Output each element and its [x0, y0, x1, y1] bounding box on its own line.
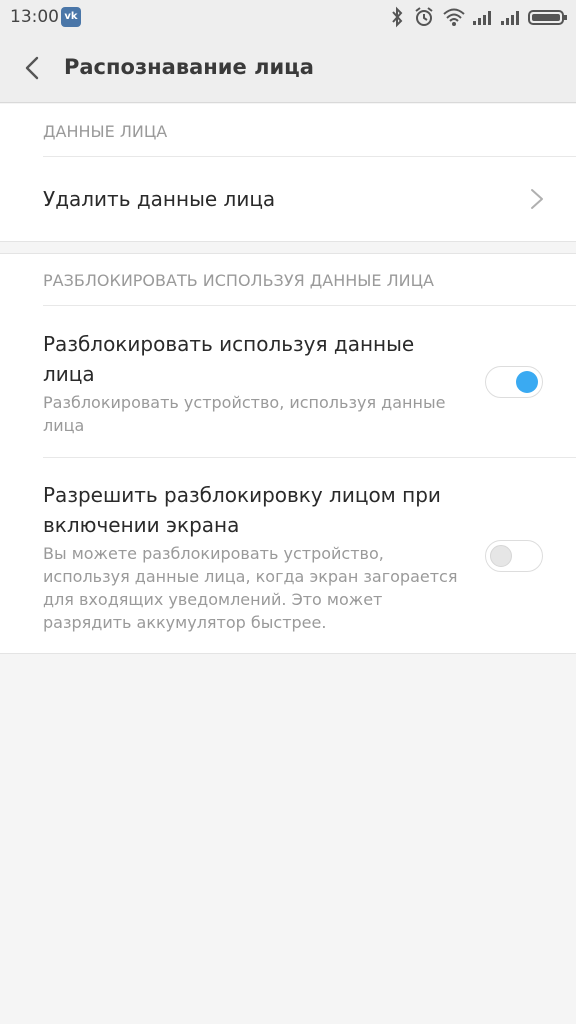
section-header-face-data: ДАННЫЕ ЛИЦА [43, 122, 168, 141]
page-title: Распознавание лица [64, 55, 314, 79]
bluetooth-icon [392, 6, 403, 28]
unlock-on-screen-wake-item: Разрешить разблокировку лицом при включе… [0, 458, 576, 653]
signal-icon [473, 11, 491, 25]
face-data-card: ДАННЫЕ ЛИЦА Удалить данные лица [0, 104, 576, 242]
unlock-with-face-title-line-2: лица [43, 362, 95, 386]
section-header-unlock: РАЗБЛОКИРОВАТЬ ИСПОЛЬЗУЯ ДАННЫЕ ЛИЦА [43, 271, 434, 290]
status-time: 13:00 [10, 7, 59, 27]
toggle-knob [516, 371, 538, 393]
toggle-knob [490, 545, 512, 567]
delete-face-data-label: Удалить данные лица [43, 187, 276, 211]
unlock-on-screen-wake-subtitle-line-1: Вы можете разблокировать устройство, [43, 544, 384, 563]
unlock-with-face-subtitle-line-2: лица [43, 416, 85, 435]
vk-icon: vk [61, 7, 81, 27]
unlock-on-screen-wake-subtitle-line-3: для входящих уведомлений. Это может [43, 590, 383, 609]
alarm-icon [415, 7, 433, 26]
unlock-on-screen-wake-toggle[interactable] [485, 540, 543, 572]
unlock-on-screen-wake-title-line-2: включении экрана [43, 513, 240, 537]
back-button[interactable] [20, 54, 46, 82]
toolbar: Распознавание лица [0, 34, 576, 103]
unlock-on-screen-wake-title-line-1: Разрешить разблокировку лицом при [43, 483, 441, 507]
delete-face-data-item[interactable]: Удалить данные лица [0, 157, 576, 241]
unlock-card: РАЗБЛОКИРОВАТЬ ИСПОЛЬЗУЯ ДАННЫЕ ЛИЦА Раз… [0, 253, 576, 654]
unlock-with-face-toggle[interactable] [485, 366, 543, 398]
unlock-on-screen-wake-subtitle-line-2: используя данные лица, когда экран загор… [43, 567, 458, 586]
status-bar: 13:00 vk [0, 0, 576, 34]
chevron-right-icon [531, 189, 543, 209]
wifi-icon [443, 8, 465, 26]
unlock-with-face-subtitle-line-1: Разблокировать устройство, используя дан… [43, 393, 446, 412]
signal-icon [501, 11, 519, 25]
unlock-with-face-title-line-1: Разблокировать используя данные [43, 332, 415, 356]
unlock-with-face-item: Разблокировать используя данные лица Раз… [0, 306, 576, 457]
unlock-on-screen-wake-subtitle-line-4: разрядить аккумулятор быстрее. [43, 613, 327, 632]
battery-icon [528, 10, 567, 25]
